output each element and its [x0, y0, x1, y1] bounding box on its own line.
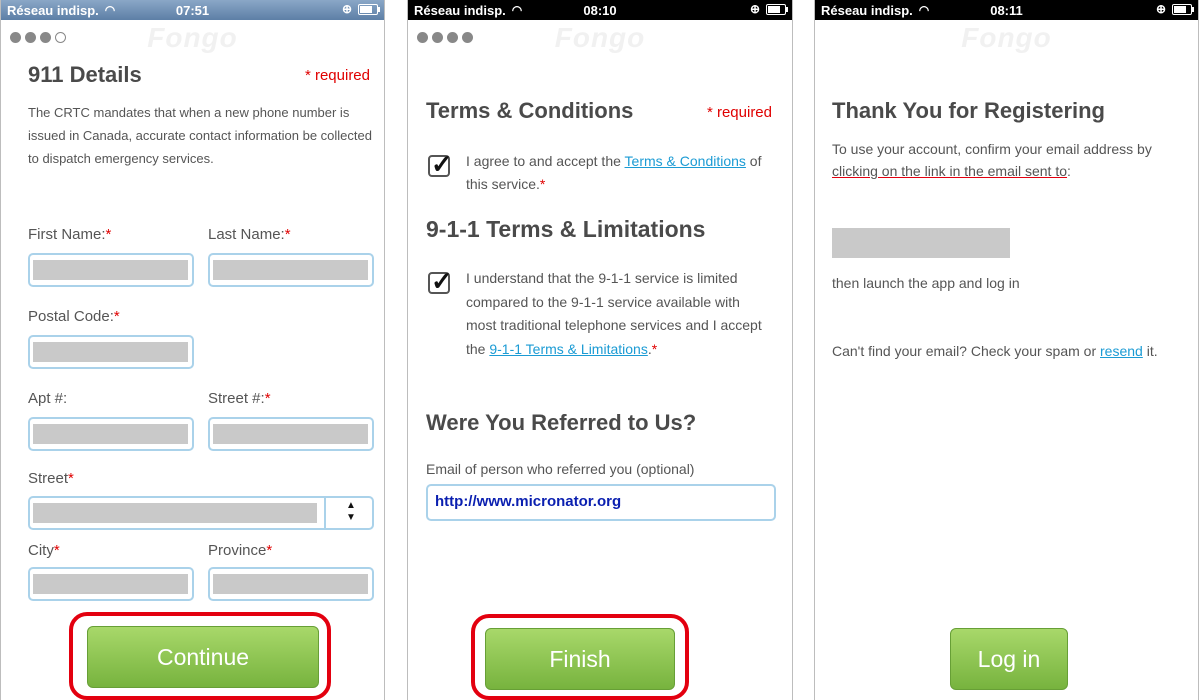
- progress-dot-icon: [10, 32, 21, 43]
- city-input[interactable]: [28, 567, 194, 601]
- first-name-input[interactable]: [28, 253, 194, 287]
- wifi-icon: ◠: [918, 3, 930, 17]
- progress-dot-icon: [447, 32, 458, 43]
- rotation-lock-icon: ⊕: [749, 2, 760, 16]
- province-label: Province*: [208, 542, 273, 559]
- battery-icon: [766, 3, 788, 15]
- redacted-email: [832, 228, 1010, 258]
- clock-text: 08:10: [583, 2, 617, 18]
- street-number-input[interactable]: [208, 417, 374, 451]
- screen-terms: Réseau indisp. ◠ 08:10 ⊕ Fongo Terms & C…: [407, 0, 793, 700]
- finish-button[interactable]: Finish: [485, 628, 675, 690]
- wifi-icon: ◠: [104, 3, 116, 17]
- screen-thank-you: Réseau indisp. ◠ 08:11 ⊕ Fongo Thank You…: [814, 0, 1199, 700]
- referred-title: Were You Referred to Us?: [426, 410, 697, 435]
- battery-icon: [358, 3, 380, 15]
- last-name-label: Last Name:*: [208, 226, 291, 243]
- progress-dot-empty-icon: [55, 32, 66, 43]
- logo-watermark: Fongo: [147, 22, 238, 53]
- limitations-title: 9-1-1 Terms & Limitations: [426, 216, 706, 242]
- spam-text: Can't find your email? Check your spam o…: [832, 343, 1158, 359]
- select-divider: [324, 498, 326, 528]
- city-label: City*: [28, 542, 60, 559]
- postal-code-input[interactable]: [28, 335, 194, 369]
- terms-link[interactable]: Terms & Conditions: [625, 153, 746, 169]
- referred-label: Email of person who referred you (option…: [426, 461, 695, 477]
- carrier-text: Réseau indisp.: [7, 2, 99, 18]
- referral-email-input[interactable]: http://www.micronator.org: [426, 484, 776, 521]
- logo-watermark: Fongo: [961, 22, 1052, 53]
- clock-text: 07:51: [175, 2, 210, 18]
- screen-911-details: Réseau indisp. ◠ 07:51 ⊕ Fongo 911 Detai…: [0, 0, 385, 700]
- login-button[interactable]: Log in: [950, 628, 1068, 690]
- apt-label: Apt #:: [28, 390, 68, 407]
- progress-header: Fongo: [815, 20, 1198, 53]
- province-input[interactable]: [208, 567, 374, 601]
- progress-dots: [417, 32, 473, 43]
- clock-text: 08:11: [990, 2, 1023, 18]
- launch-text: then launch the app and log in: [832, 275, 1020, 291]
- terms-checkbox[interactable]: ✓: [428, 149, 453, 179]
- progress-dot-icon: [417, 32, 428, 43]
- crtc-description: The CRTC mandates that when a new phone …: [28, 105, 372, 166]
- limitations-checkbox[interactable]: ✓: [428, 266, 453, 296]
- street-number-label: Street #:*: [208, 390, 271, 407]
- progress-header: Fongo: [1, 20, 384, 53]
- progress-dot-icon: [462, 32, 473, 43]
- checkmark-icon: ✓: [431, 149, 453, 179]
- first-name-label: First Name:*: [28, 226, 112, 243]
- battery-icon: [1172, 3, 1194, 15]
- continue-button[interactable]: Continue: [87, 626, 319, 688]
- rotation-lock-icon: ⊕: [1155, 2, 1166, 16]
- status-bar: Réseau indisp. ◠ 08:10 ⊕: [408, 0, 792, 20]
- resend-link[interactable]: resend: [1100, 343, 1143, 359]
- street-label: Street*: [28, 470, 74, 487]
- confirm-link-text: clicking on the link in the email sent t…: [832, 163, 1068, 180]
- carrier-text: Réseau indisp.: [821, 2, 913, 18]
- postal-code-label: Postal Code:*: [28, 308, 120, 325]
- terms-agree-text: I agree to and accept the Terms & Condit…: [466, 153, 762, 193]
- progress-dot-icon: [40, 32, 51, 43]
- thank-you-title: Thank You for Registering: [832, 98, 1105, 123]
- confirm-instructions: To use your account, confirm your email …: [832, 141, 1152, 180]
- limitations-link[interactable]: 9-1-1 Terms & Limitations: [489, 341, 647, 357]
- progress-dot-icon: [432, 32, 443, 43]
- progress-dot-icon: [25, 32, 36, 43]
- required-note: * required: [706, 104, 772, 121]
- progress-dots: [10, 32, 66, 43]
- logo-watermark: Fongo: [554, 22, 646, 53]
- page-title: 911 Details: [28, 62, 142, 87]
- status-bar: Réseau indisp. ◠ 08:11 ⊕: [815, 0, 1198, 20]
- progress-header: Fongo: [408, 20, 792, 53]
- select-arrows-icon: ▲▼: [346, 500, 356, 523]
- last-name-input[interactable]: [208, 253, 374, 287]
- checkmark-icon: ✓: [431, 266, 453, 296]
- status-bar: Réseau indisp. ◠ 07:51 ⊕: [1, 0, 384, 20]
- terms-title: Terms & Conditions: [426, 98, 634, 123]
- street-select[interactable]: ▲▼: [28, 496, 374, 530]
- required-note: * required: [304, 67, 370, 84]
- referral-email-value: http://www.micronator.org: [435, 493, 622, 510]
- apt-input[interactable]: [28, 417, 194, 451]
- wifi-icon: ◠: [511, 3, 523, 17]
- carrier-text: Réseau indisp.: [414, 2, 506, 18]
- rotation-lock-icon: ⊕: [341, 2, 352, 16]
- limitations-text: I understand that the 9-1-1 service is l…: [466, 270, 762, 357]
